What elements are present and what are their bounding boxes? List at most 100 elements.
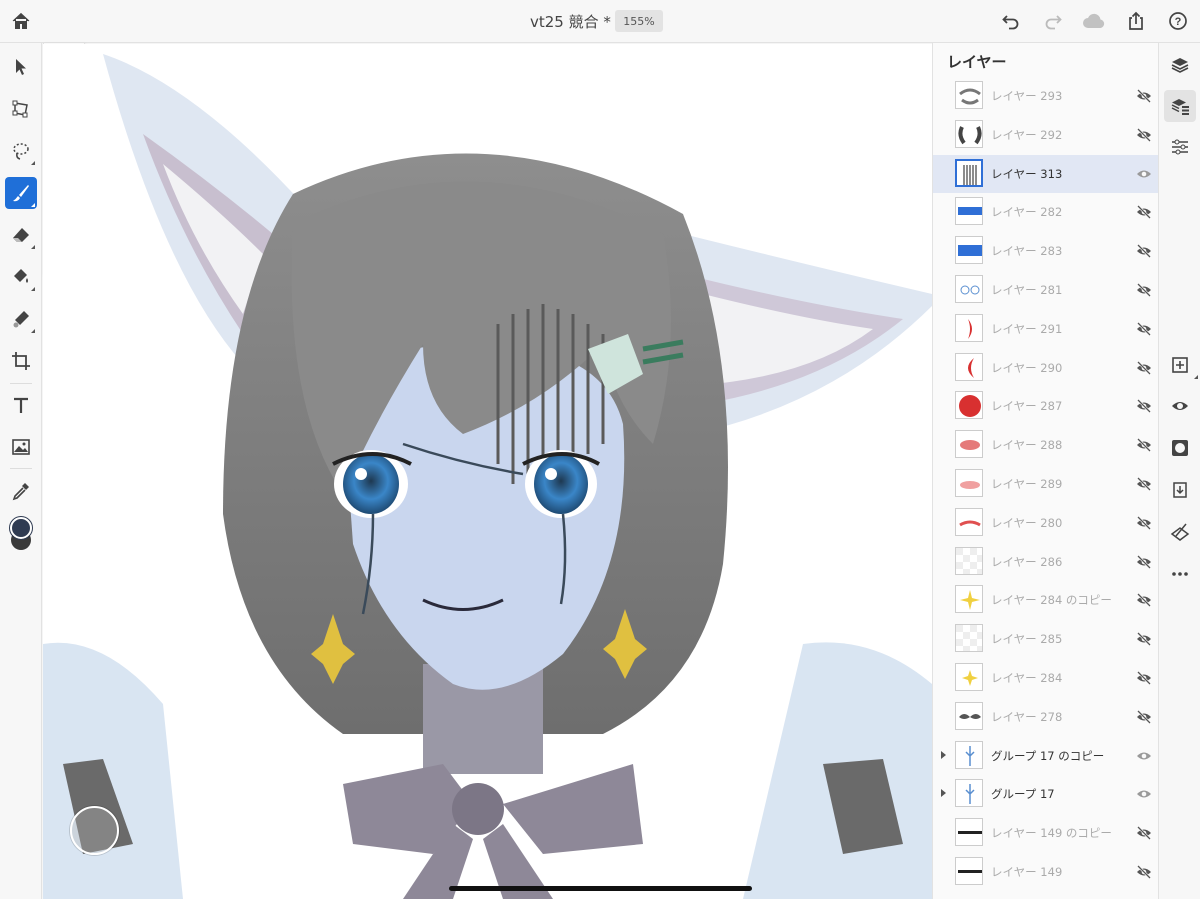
share-icon[interactable]: [1121, 6, 1151, 36]
eye-hidden-icon[interactable]: [1136, 398, 1152, 414]
cloud-icon[interactable]: [1079, 6, 1109, 36]
home-icon[interactable]: [6, 6, 36, 36]
text-tool-icon[interactable]: [5, 389, 37, 421]
eye-icon[interactable]: [1136, 748, 1152, 762]
transform-tool-icon[interactable]: [5, 93, 37, 125]
undo-icon[interactable]: [996, 6, 1026, 36]
layer-row[interactable]: レイヤー 287: [933, 387, 1158, 425]
select-tool-icon[interactable]: [5, 51, 37, 83]
eye-icon[interactable]: [1136, 786, 1152, 800]
layer-row[interactable]: レイヤー 284: [933, 659, 1158, 697]
touch-shortcut-button[interactable]: [70, 806, 119, 855]
zoom-level[interactable]: 155%: [615, 10, 663, 32]
layers-icon[interactable]: [1164, 49, 1196, 81]
mask-icon[interactable]: [1164, 432, 1196, 464]
eye-hidden-icon[interactable]: [1136, 864, 1152, 879]
smudge-tool-icon[interactable]: [5, 303, 37, 335]
layer-thumbnail: [955, 236, 983, 265]
layer-row[interactable]: レイヤー 313: [933, 154, 1158, 193]
layer-name: レイヤー 284: [991, 671, 1063, 685]
layer-name: グループ 17: [991, 787, 1055, 802]
eye-icon[interactable]: [1136, 166, 1152, 180]
layer-name: レイヤー 283: [991, 244, 1063, 259]
document-title: vt25 競合 *: [530, 13, 611, 31]
layer-row[interactable]: レイヤー 281: [933, 271, 1158, 309]
eye-hidden-icon[interactable]: [1136, 670, 1152, 685]
layer-group-row[interactable]: グループ 17 のコピー: [933, 737, 1158, 775]
eye-hidden-icon[interactable]: [1136, 127, 1152, 142]
eye-hidden-icon[interactable]: [1136, 243, 1152, 259]
layer-name: レイヤー 282: [991, 205, 1063, 220]
merge-down-icon[interactable]: [1164, 474, 1196, 506]
visibility-icon[interactable]: [1164, 390, 1196, 422]
eye-hidden-icon[interactable]: [1136, 321, 1152, 336]
help-icon[interactable]: ?: [1163, 6, 1193, 36]
group-expand-icon[interactable]: [941, 789, 946, 798]
eye-hidden-icon[interactable]: [1136, 360, 1152, 375]
fill-tool-icon[interactable]: [5, 261, 37, 293]
eraser-tool-icon[interactable]: [5, 219, 37, 251]
eye-hidden-icon[interactable]: [1136, 709, 1152, 724]
layer-row[interactable]: レイヤー 282: [933, 193, 1158, 231]
layer-thumbnail: [955, 857, 983, 885]
layer-name: レイヤー 293: [991, 89, 1063, 103]
layers-panel-title: レイヤー: [947, 53, 1007, 71]
clear-layer-icon[interactable]: [1164, 516, 1196, 548]
layer-group-row[interactable]: グループ 17: [933, 775, 1158, 813]
eye-hidden-icon[interactable]: [1136, 592, 1152, 608]
eye-hidden-icon[interactable]: [1136, 631, 1152, 647]
layer-row[interactable]: レイヤー 289: [933, 465, 1158, 503]
layer-row[interactable]: レイヤー 278: [933, 698, 1158, 736]
layer-thumbnail: [955, 430, 983, 459]
redo-icon[interactable]: [1038, 6, 1068, 36]
layer-name: グループ 17 のコピー: [991, 748, 1105, 763]
eye-hidden-icon[interactable]: [1136, 476, 1152, 491]
layer-row[interactable]: レイヤー 286: [933, 543, 1158, 581]
layer-thumbnail: [955, 507, 983, 536]
adjustments-icon[interactable]: [1164, 131, 1196, 163]
svg-text:?: ?: [1175, 16, 1182, 28]
lasso-tool-icon[interactable]: [5, 135, 37, 167]
layer-row[interactable]: レイヤー 290: [933, 349, 1158, 387]
home-indicator: [449, 886, 752, 891]
layer-thumbnail: [955, 701, 983, 730]
drawing-canvas[interactable]: [43, 44, 932, 899]
eye-hidden-icon[interactable]: [1136, 515, 1152, 530]
group-expand-icon[interactable]: [941, 750, 946, 759]
tool-bar: [0, 43, 42, 899]
layer-row[interactable]: レイヤー 292: [933, 116, 1158, 154]
layer-name: レイヤー 290: [991, 360, 1063, 375]
eye-hidden-icon[interactable]: [1136, 282, 1152, 297]
color-swatch[interactable]: [8, 515, 38, 553]
add-layer-icon[interactable]: [1164, 349, 1198, 381]
layer-properties-icon[interactable]: [1164, 90, 1196, 122]
layer-row[interactable]: レイヤー 280: [933, 504, 1158, 542]
layer-name: レイヤー 281: [991, 283, 1063, 297]
layer-thumbnail: [955, 818, 983, 847]
layer-row[interactable]: レイヤー 285: [933, 620, 1158, 658]
eyedropper-tool-icon[interactable]: [5, 475, 37, 507]
layer-row[interactable]: レイヤー 288: [933, 426, 1158, 464]
layer-name: レイヤー 287: [991, 399, 1063, 414]
layer-row[interactable]: レイヤー 283: [933, 232, 1158, 270]
eye-hidden-icon[interactable]: [1136, 825, 1152, 841]
layer-row[interactable]: レイヤー 149: [933, 853, 1158, 891]
image-tool-icon[interactable]: [5, 431, 37, 463]
layer-row[interactable]: レイヤー 149 のコピー: [933, 814, 1158, 852]
layer-thumbnail: [955, 779, 983, 808]
layer-row[interactable]: レイヤー 291: [933, 310, 1158, 348]
layer-thumbnail: [955, 546, 983, 575]
eye-hidden-icon[interactable]: [1136, 204, 1152, 220]
eye-hidden-icon[interactable]: [1136, 437, 1152, 453]
more-icon[interactable]: [1164, 558, 1196, 590]
layer-name: レイヤー 289: [991, 477, 1063, 491]
layer-row[interactable]: レイヤー 293: [933, 77, 1158, 115]
eye-hidden-icon[interactable]: [1136, 88, 1152, 103]
crop-tool-icon[interactable]: [5, 345, 37, 377]
layer-name: レイヤー 286: [991, 554, 1063, 569]
layer-thumbnail: [955, 391, 983, 420]
layer-row[interactable]: レイヤー 284 のコピー: [933, 581, 1158, 619]
layer-thumbnail: [955, 275, 983, 303]
eye-hidden-icon[interactable]: [1136, 554, 1152, 569]
brush-tool-icon[interactable]: [5, 177, 37, 209]
